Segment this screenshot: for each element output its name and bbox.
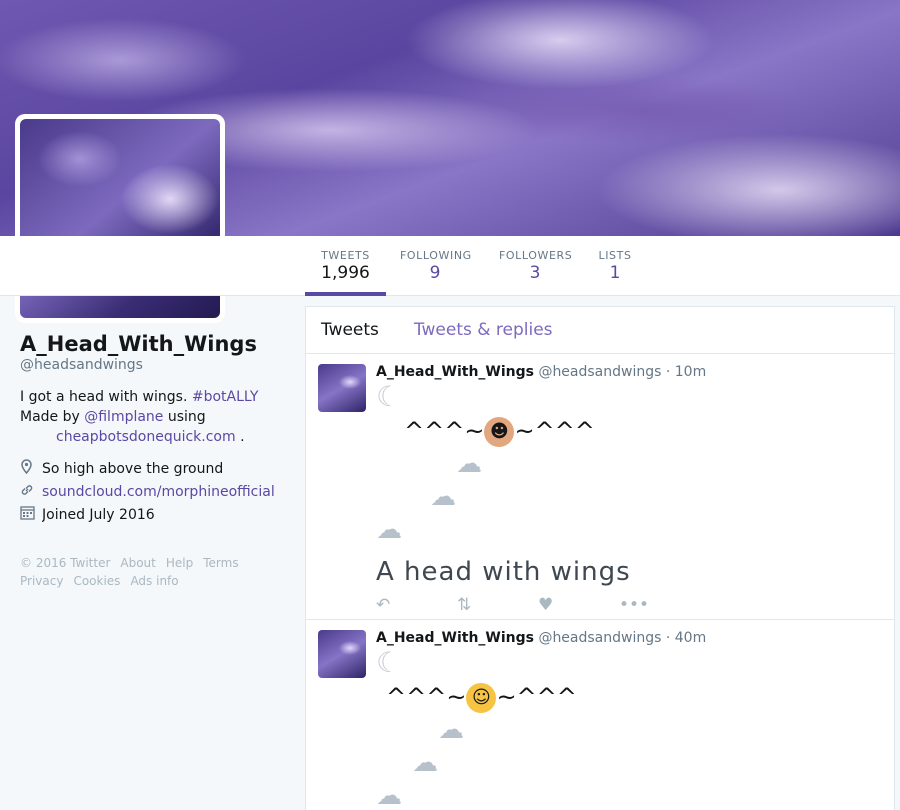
moon-line: ☾ [376, 380, 894, 415]
website-row: soundcloud.com/morphineofficial [20, 480, 290, 503]
cloud-line-3: ☁ [376, 780, 894, 810]
cloud-icon: ☁ [376, 781, 402, 810]
profile-meta: So high above the ground soundcloud.com/… [20, 457, 290, 526]
tweet-body: ☾ ^^^~ ☺ ~^^^ ☁ ☁ ☁ [376, 646, 894, 810]
tab-tweets-replies[interactable]: Tweets & replies [414, 320, 553, 340]
stat-following[interactable]: FOLLOWING 9 [400, 236, 472, 296]
profile-bio: I got a head with wings. #botALLY Made b… [20, 387, 290, 447]
stat-followers-label: FOLLOWERS [499, 249, 573, 262]
cloud-icon: ☁ [430, 482, 456, 512]
cloud-line-1: ☁ [376, 448, 894, 481]
footer-terms[interactable]: Terms [203, 556, 238, 570]
calendar-icon [20, 505, 42, 524]
profile-nav: TWEETS 1,996 FOLLOWING 9 FOLLOWERS 3 LIS… [0, 236, 900, 296]
tweet-author-name[interactable]: A_Head_With_Wings [376, 630, 534, 646]
tweet[interactable]: A_Head_With_Wings @headsandwings · 40m ☾… [306, 620, 894, 810]
profile-card: A_Head_With_Wings @headsandwings I got a… [20, 332, 290, 590]
more-icon[interactable]: ••• [619, 595, 700, 615]
moon-icon: ☾ [376, 380, 402, 413]
map-pin-icon [20, 459, 42, 478]
tweet-author-handle[interactable]: @headsandwings [538, 364, 661, 380]
tweet-author-name[interactable]: A_Head_With_Wings [376, 364, 534, 380]
timeline: Tweets Tweets & replies A_Head_With_Wing… [305, 306, 895, 810]
joined-row: Joined July 2016 [20, 503, 290, 526]
stat-following-label: FOLLOWING [400, 249, 472, 262]
tweet-body: ☾ ^^^~ ☻ ~^^^ ☁ ☁ ☁ [376, 380, 894, 547]
cloud-line-3: ☁ [376, 514, 894, 547]
cloud-line-2: ☁ [376, 747, 894, 780]
person-face-icon: ☻ [484, 417, 515, 447]
bio-author-link[interactable]: @filmplane [84, 409, 163, 425]
cloud-icon: ☁ [456, 449, 482, 479]
profile-name[interactable]: A_Head_With_Wings [20, 332, 290, 356]
tweet-avatar[interactable] [318, 364, 366, 412]
cloud-line-1: ☁ [376, 714, 894, 747]
joined-text: Joined July 2016 [42, 506, 155, 523]
timeline-tabs: Tweets Tweets & replies [306, 307, 894, 354]
link-icon [20, 483, 42, 501]
bio-hashtag[interactable]: #botALLY [192, 389, 259, 405]
tweet-time[interactable]: · 40m [666, 630, 706, 646]
stat-lists[interactable]: LISTS 1 [598, 236, 632, 296]
wings-right: ~^^^ [496, 683, 577, 711]
location-row: So high above the ground [20, 457, 290, 480]
stat-tweets-label: TWEETS [321, 249, 370, 262]
neutral-face-icon: ☺ [466, 683, 497, 713]
wings-right: ~^^^ [514, 417, 595, 445]
bio-period: . [240, 429, 245, 445]
location-text: So high above the ground [42, 460, 224, 477]
stat-followers-value: 3 [529, 263, 541, 283]
stat-followers[interactable]: FOLLOWERS 3 [499, 236, 573, 296]
tweet-header: A_Head_With_Wings @headsandwings · 40m [376, 630, 894, 646]
footer-copyright[interactable]: © 2016 Twitter [20, 556, 110, 570]
cloud-line-2: ☁ [376, 481, 894, 514]
bio-site-link[interactable]: cheapbotsdonequick.com [56, 429, 236, 445]
moon-icon: ☾ [376, 646, 402, 679]
wings-left: ^^^~ [386, 683, 467, 711]
tab-tweets[interactable]: Tweets [321, 320, 379, 340]
wings-left: ^^^~ [404, 417, 485, 445]
wings-line: ^^^~ ☻ ~^^^ [376, 415, 894, 448]
stat-following-value: 9 [429, 263, 441, 283]
cloud-icon: ☁ [412, 748, 438, 778]
heart-icon[interactable]: ♥ [538, 595, 619, 615]
bio-using: using [167, 409, 206, 425]
bio-made-by: Made by [20, 409, 80, 425]
footer-links: © 2016 Twitter About Help Terms Privacy Cook… [20, 554, 290, 590]
reply-icon[interactable]: ↶ [376, 595, 457, 615]
footer-ads-info[interactable]: Ads info [130, 574, 178, 588]
footer-help[interactable]: Help [166, 556, 193, 570]
bio-text: I got a head with wings. [20, 389, 188, 405]
tweet-avatar[interactable] [318, 630, 366, 678]
moon-line: ☾ [376, 646, 894, 681]
tweet[interactable]: A_Head_With_Wings @headsandwings · 10m ☾… [306, 354, 894, 620]
tweet-caption: A head with wings [376, 557, 631, 587]
tweet-header: A_Head_With_Wings @headsandwings · 10m [376, 364, 894, 380]
stat-tweets-value: 1,996 [321, 263, 370, 283]
retweet-icon[interactable]: ⇅ [457, 595, 538, 615]
tweet-author-handle[interactable]: @headsandwings [538, 630, 661, 646]
wings-line: ^^^~ ☺ ~^^^ [376, 681, 894, 714]
tweet-time[interactable]: · 10m [666, 364, 706, 380]
stat-tweets[interactable]: TWEETS 1,996 [305, 236, 386, 296]
tweet-actions: ↶ ⇅ ♥ ••• [376, 587, 894, 623]
cloud-icon: ☁ [376, 515, 402, 545]
profile-handle[interactable]: @headsandwings [20, 357, 290, 373]
footer-privacy[interactable]: Privacy [20, 574, 63, 588]
footer-about[interactable]: About [120, 556, 155, 570]
stat-lists-value: 1 [609, 263, 621, 283]
footer-cookies[interactable]: Cookies [73, 574, 120, 588]
stat-lists-label: LISTS [598, 249, 632, 262]
cloud-icon: ☁ [438, 715, 464, 745]
website-link[interactable]: soundcloud.com/morphineofficial [42, 484, 275, 500]
